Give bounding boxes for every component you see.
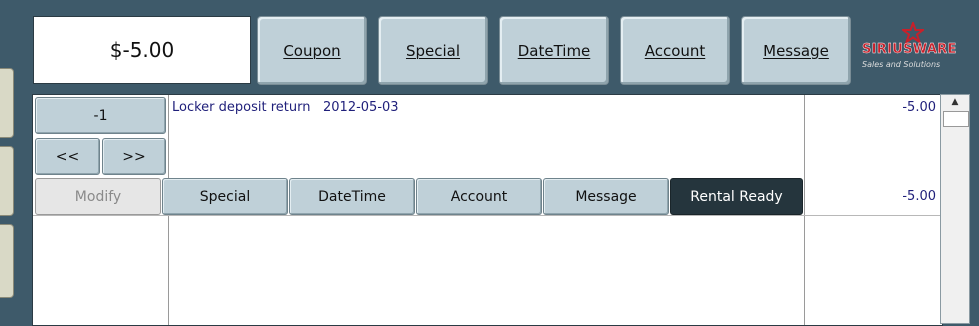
special-action-button[interactable]: Special — [162, 178, 288, 215]
row-divider — [33, 215, 942, 216]
account-button[interactable]: Account — [620, 16, 730, 85]
side-tab-2[interactable] — [0, 146, 14, 216]
scroll-thumb[interactable] — [943, 111, 969, 127]
item-amount: -5.00 — [902, 100, 936, 115]
brand-tagline: Sales and Solutions — [862, 60, 941, 69]
side-tab-1[interactable] — [0, 68, 14, 138]
item-subtotal: -5.00 — [902, 189, 936, 204]
rental-ready-button[interactable]: Rental Ready — [670, 178, 803, 215]
modify-button[interactable]: Modify — [35, 178, 161, 215]
vertical-scrollbar[interactable]: ▲ — [940, 94, 970, 324]
coupon-button[interactable]: Coupon — [257, 16, 367, 85]
transaction-panel: -1 << >> Locker deposit return 2012-05-0… — [32, 94, 943, 326]
total-display: $-5.00 — [33, 16, 251, 84]
next-button[interactable]: >> — [102, 138, 166, 175]
account-action-button[interactable]: Account — [416, 178, 542, 215]
brand-logo: SIRIUSWARE Sales and Solutions — [858, 22, 968, 74]
special-button[interactable]: Special — [378, 16, 488, 85]
prev-button[interactable]: << — [35, 138, 100, 175]
column-divider-right — [804, 95, 805, 325]
brand-name: SIRIUSWARE — [862, 42, 957, 57]
datetime-button[interactable]: DateTime — [499, 16, 609, 85]
quantity-button[interactable]: -1 — [35, 97, 166, 134]
item-description: Locker deposit return — [172, 100, 311, 115]
message-action-button[interactable]: Message — [543, 178, 669, 215]
item-date: 2012-05-03 — [323, 100, 399, 115]
scroll-up-icon[interactable]: ▲ — [941, 97, 969, 107]
message-button[interactable]: Message — [741, 16, 851, 85]
side-tab-3[interactable] — [0, 224, 14, 298]
datetime-action-button[interactable]: DateTime — [289, 178, 415, 215]
star-icon — [902, 22, 924, 44]
